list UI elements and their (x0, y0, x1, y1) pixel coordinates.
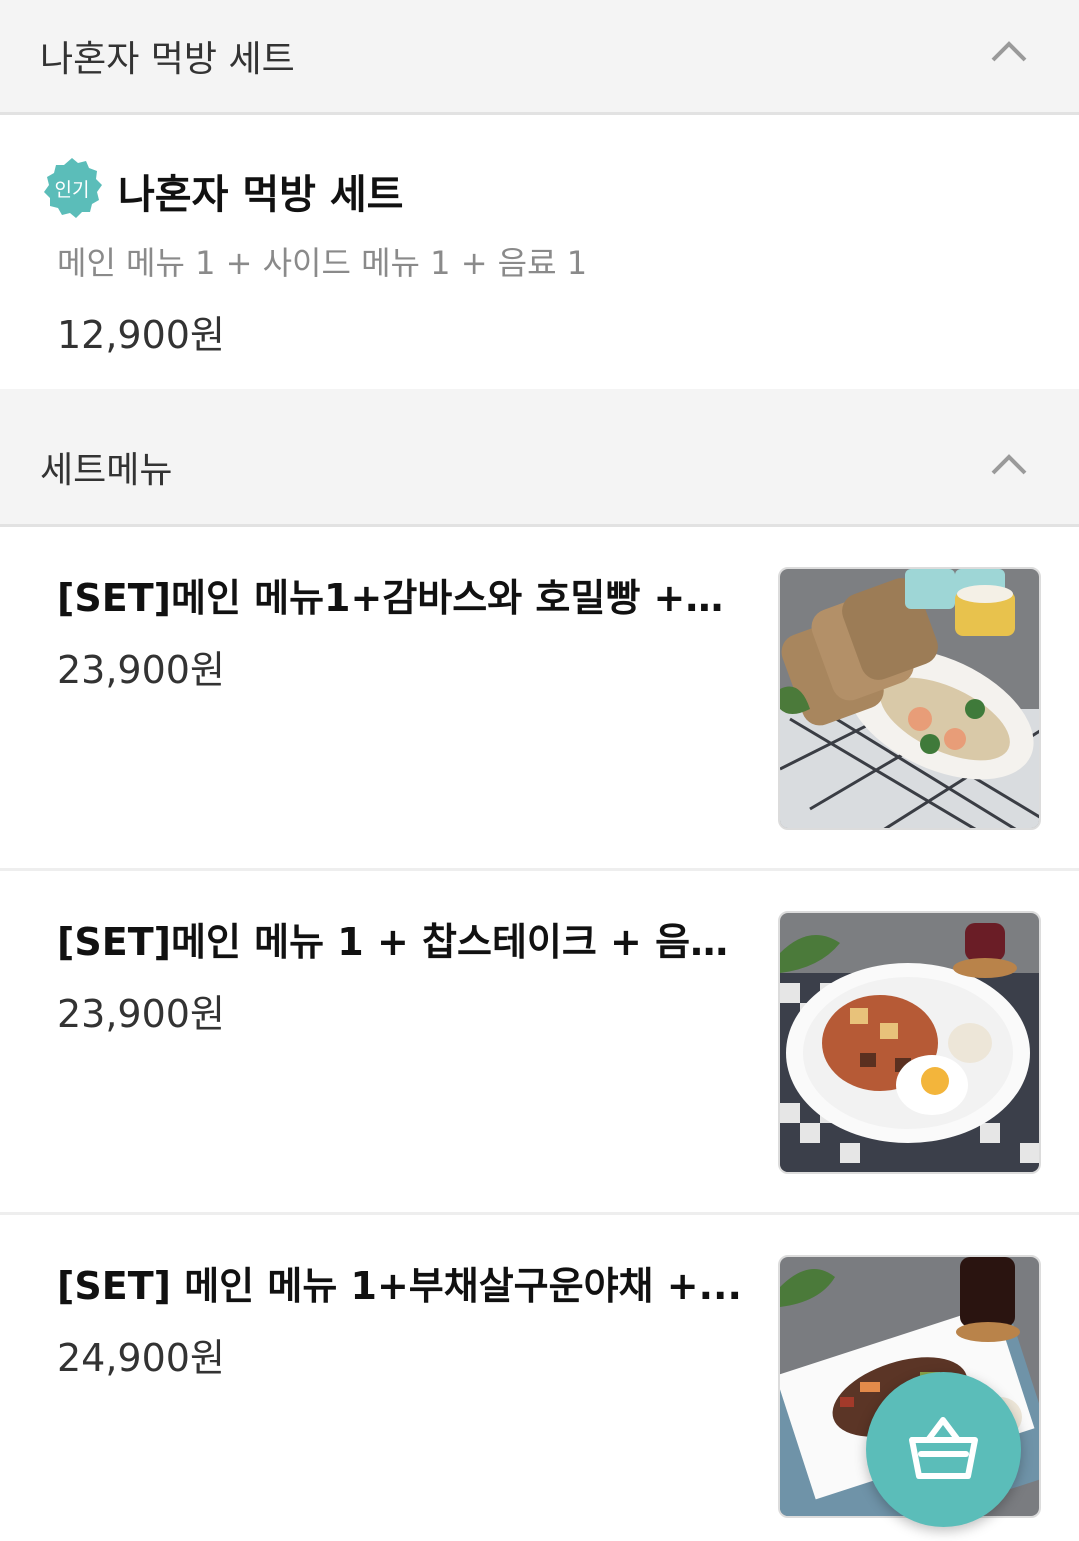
menu-item-photo (778, 911, 1041, 1174)
menu-item-name: [SET] 메인 메뉴 1+부채살구운야채 +... (57, 1264, 742, 1308)
chevron-up-icon[interactable] (991, 40, 1027, 62)
menu-item[interactable]: [SET]메인 메뉴 1 + 찹스테이크 + 음료(... 23,900원 (0, 871, 1079, 1215)
menu-item-photo (778, 567, 1041, 830)
menu-item[interactable]: [SET]메인 메뉴1+감바스와 호밀빵 +음... 23,900원 (0, 527, 1079, 871)
set-section-header[interactable]: 나혼자 먹방 세트 (0, 0, 1079, 115)
menu-item-name: [SET]메인 메뉴 1 + 찹스테이크 + 음료(... (57, 920, 757, 964)
menu-item-price: 24,900원 (57, 1336, 225, 1380)
set-section-title: 나혼자 먹방 세트 (40, 39, 295, 80)
menu-item-price: 23,900원 (57, 648, 225, 692)
set-info-card[interactable]: 인기 나혼자 먹방 세트 메인 메뉴 1 + 사이드 메뉴 1 + 음료 1 1… (0, 118, 1079, 389)
shopping-basket-icon (909, 1417, 978, 1479)
menu-item-price: 23,900원 (57, 992, 225, 1036)
badge-label: 인기 (55, 179, 90, 201)
set-name: 나혼자 먹방 세트 (118, 172, 404, 218)
cart-button[interactable] (866, 1372, 1021, 1527)
menu-page: 나혼자 먹방 세트 인기 나혼자 먹방 세트 메인 메뉴 1 + 사이드 메뉴 … (0, 0, 1079, 1541)
set-price: 12,900원 (57, 313, 225, 357)
menu-item-name: [SET]메인 메뉴1+감바스와 호밀빵 +음... (57, 576, 757, 620)
set-menu-section-header[interactable]: 세트메뉴 (0, 389, 1079, 527)
set-menu-section-title: 세트메뉴 (40, 450, 173, 491)
set-description: 메인 메뉴 1 + 사이드 메뉴 1 + 음료 1 (57, 244, 588, 282)
popular-badge: 인기 (40, 156, 104, 220)
chevron-up-icon[interactable] (991, 453, 1027, 475)
